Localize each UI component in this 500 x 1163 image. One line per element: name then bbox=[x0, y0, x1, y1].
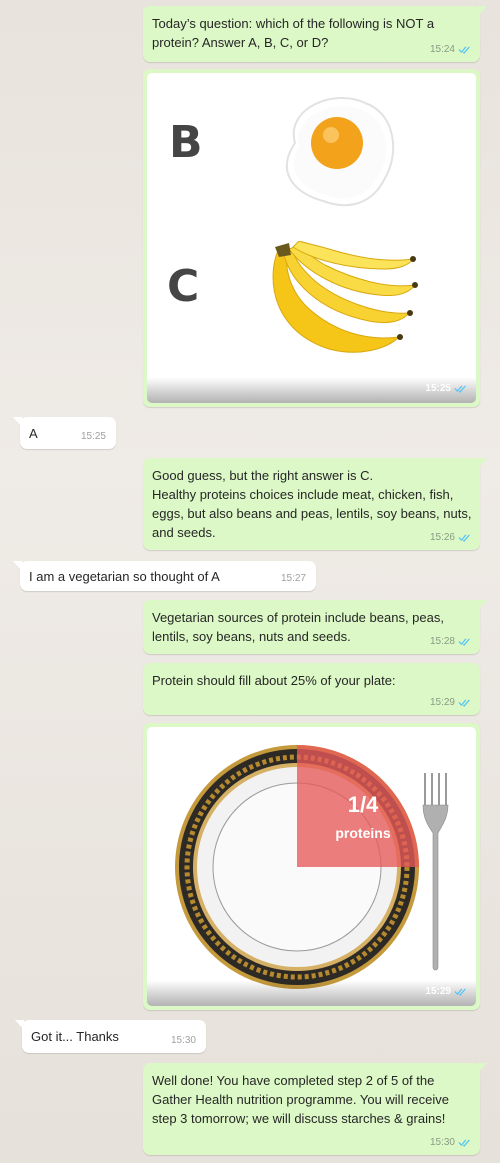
message-time: 15:25 bbox=[425, 383, 451, 394]
double-check-icon bbox=[458, 638, 470, 646]
double-check-icon bbox=[458, 46, 470, 54]
message-text: I am a vegetarian so thought of A bbox=[29, 569, 220, 584]
egg-illustration bbox=[285, 97, 395, 207]
food-image[interactable]: B C 15:25 bbox=[147, 73, 476, 403]
plate-illustration bbox=[175, 745, 419, 989]
double-check-icon bbox=[454, 385, 466, 393]
message-meta: 15:27 bbox=[281, 569, 306, 588]
fork-illustration bbox=[422, 773, 449, 971]
message-time: 15:24 bbox=[429, 44, 455, 55]
outgoing-message[interactable]: Today’s question: which of the following… bbox=[143, 6, 487, 62]
message-time: 15:29 bbox=[429, 697, 455, 708]
message-meta: 15:30 bbox=[171, 1031, 196, 1050]
message-time: 15:29 bbox=[425, 986, 451, 997]
message-text: Protein should fill about 25% of your pl… bbox=[152, 673, 396, 688]
image-meta: 15:25 bbox=[425, 379, 468, 398]
plate-image[interactable]: 1/4 proteins 15:29 bbox=[147, 727, 476, 1006]
outgoing-message[interactable]: Vegetarian sources of protein include be… bbox=[143, 600, 487, 654]
message-time: 15:28 bbox=[429, 636, 455, 647]
outgoing-message[interactable]: Good guess, but the right answer is C. H… bbox=[143, 458, 487, 550]
banana-illustration bbox=[272, 241, 418, 353]
outgoing-message[interactable]: Protein should fill about 25% of your pl… bbox=[143, 663, 480, 715]
option-letter-c: C bbox=[167, 261, 200, 312]
message-meta: 15:24 bbox=[430, 40, 472, 59]
message-meta: 15:30 bbox=[430, 1133, 472, 1152]
message-meta: 15:26 bbox=[430, 528, 472, 547]
message-meta: 15:29 bbox=[430, 693, 472, 712]
double-check-icon bbox=[458, 699, 470, 707]
incoming-message[interactable]: Got it... Thanks 15:30 bbox=[15, 1020, 206, 1053]
double-check-icon bbox=[454, 988, 466, 996]
double-check-icon bbox=[458, 534, 470, 542]
message-meta: 15:28 bbox=[430, 632, 472, 651]
message-text: Well done! You have completed step 2 of … bbox=[152, 1073, 453, 1126]
incoming-message[interactable]: I am a vegetarian so thought of A 15:27 bbox=[13, 561, 316, 591]
outgoing-message[interactable]: Well done! You have completed step 2 of … bbox=[143, 1063, 487, 1155]
image-meta: 15:29 bbox=[425, 982, 468, 1001]
message-time: 15:30 bbox=[429, 1137, 455, 1148]
message-time: 15:30 bbox=[170, 1035, 196, 1046]
message-time: 15:26 bbox=[429, 532, 455, 543]
option-letter-b: B bbox=[169, 117, 203, 168]
message-meta: 15:25 bbox=[81, 427, 106, 446]
proteins-label: proteins bbox=[335, 825, 391, 841]
message-time: 15:27 bbox=[280, 573, 306, 584]
message-time: 15:25 bbox=[80, 431, 106, 442]
fraction-label: 1/4 bbox=[347, 792, 379, 817]
outgoing-image-message[interactable]: 1/4 proteins 15:29 bbox=[143, 723, 480, 1010]
incoming-message[interactable]: A 15:25 bbox=[13, 417, 116, 449]
outgoing-image-message[interactable]: B C 15:25 bbox=[143, 69, 480, 407]
double-check-icon bbox=[458, 1139, 470, 1147]
